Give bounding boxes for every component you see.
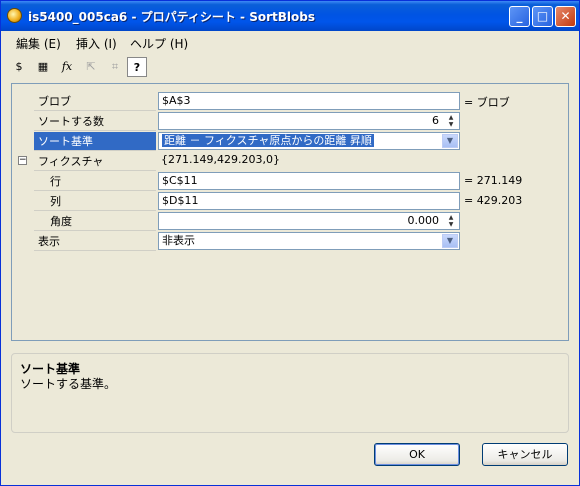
fixture-value: {271.149,429.203,0} — [161, 153, 280, 166]
cancel-button[interactable]: キャンセル — [482, 443, 568, 466]
minimize-button[interactable]: _ — [509, 6, 530, 27]
chevron-down-icon[interactable]: ▼ — [442, 234, 458, 248]
column-result: = 429.203 — [464, 194, 523, 207]
sort-count-value: 6 — [432, 114, 439, 127]
property-label: 行 — [34, 172, 156, 191]
select-arrow-icon: ⇱ — [86, 60, 96, 73]
row-result: = 271.149 — [464, 174, 523, 187]
property-label: 列 — [34, 192, 156, 211]
property-grid: ブロブ $A$3 = ブロブ ソートする数 6 ▲ ▼ ソート基準 距離 － フィ… — [11, 83, 569, 341]
toolbar: $ ▦ fx ⇱ ⌗ ? — [5, 55, 575, 79]
property-row-sort-count: ソートする数 6 ▲ ▼ — [12, 112, 568, 132]
app-icon — [7, 8, 22, 23]
sort-key-select[interactable]: 距離 － フィクスチャ原点からの距離 昇順 ▼ — [158, 132, 460, 150]
description-panel: ソート基準 ソートする基準。 — [11, 353, 569, 433]
region-select-icon: ⌗ — [111, 60, 119, 73]
property-row-display: 表示 非表示 ▼ — [12, 232, 568, 252]
property-row-column: 列 $D$11 = 429.203 — [12, 192, 568, 212]
display-select[interactable]: 非表示 ▼ — [158, 232, 460, 250]
chevron-down-icon[interactable]: ▼ — [442, 134, 458, 148]
property-row-angle: 角度 0.000 ▲ ▼ — [12, 212, 568, 232]
property-sheet-window: is5400_005ca6 - プロパティシート - SortBlobs _ □… — [0, 0, 580, 486]
property-label: ブロブ — [34, 92, 156, 111]
window-title: is5400_005ca6 - プロパティシート - SortBlobs — [28, 10, 315, 24]
help-icon[interactable]: ? — [127, 57, 147, 77]
menu-help[interactable]: ヘルプ (H) — [130, 35, 188, 52]
property-label: 角度 — [34, 212, 156, 231]
property-label: ソート基準 — [34, 132, 156, 151]
row-input[interactable]: $C$11 — [158, 172, 460, 190]
blob-result: = ブロブ — [464, 96, 510, 109]
function-icon[interactable]: fx — [57, 57, 77, 77]
grid-icon[interactable]: ▦ — [33, 57, 53, 77]
menu-insert[interactable]: 挿入 (I) — [76, 35, 117, 52]
sort-key-value: 距離 － フィクスチャ原点からの距離 昇順 — [162, 134, 374, 147]
spin-arrows-icon[interactable]: ▲ ▼ — [444, 114, 458, 128]
menu-edit[interactable]: 編集 (E) — [16, 35, 61, 52]
collapse-icon[interactable]: − — [18, 156, 27, 165]
maximize-button[interactable]: □ — [532, 6, 553, 27]
title-bar[interactable]: is5400_005ca6 - プロパティシート - SortBlobs _ □… — [1, 1, 579, 31]
close-button[interactable]: ✕ — [555, 6, 576, 27]
spin-arrows-icon[interactable]: ▲ ▼ — [444, 214, 458, 228]
display-value: 非表示 — [162, 234, 195, 247]
property-label: 表示 — [34, 232, 156, 251]
angle-stepper[interactable]: 0.000 ▲ ▼ — [158, 212, 460, 230]
ok-button[interactable]: OK — [374, 443, 460, 466]
property-label: ソートする数 — [34, 112, 156, 131]
menu-bar: 編集 (E) 挿入 (I) ヘルプ (H) — [1, 31, 579, 51]
property-row-sort-key: ソート基準 距離 － フィクスチャ原点からの距離 昇順 ▼ — [12, 132, 568, 152]
variable-icon[interactable]: $ — [9, 57, 29, 77]
property-row-blob: ブロブ $A$3 = ブロブ — [12, 92, 568, 112]
property-label: フィクスチャ — [34, 152, 156, 171]
column-input[interactable]: $D$11 — [158, 192, 460, 210]
blob-input[interactable]: $A$3 — [158, 92, 460, 110]
description-text: ソートする基準。 — [20, 377, 117, 391]
angle-value: 0.000 — [407, 214, 440, 227]
property-row-fixture: − フィクスチャ {271.149,429.203,0} — [12, 152, 568, 172]
property-row-row: 行 $C$11 = 271.149 — [12, 172, 568, 192]
sort-count-stepper[interactable]: 6 ▲ ▼ — [158, 112, 460, 130]
